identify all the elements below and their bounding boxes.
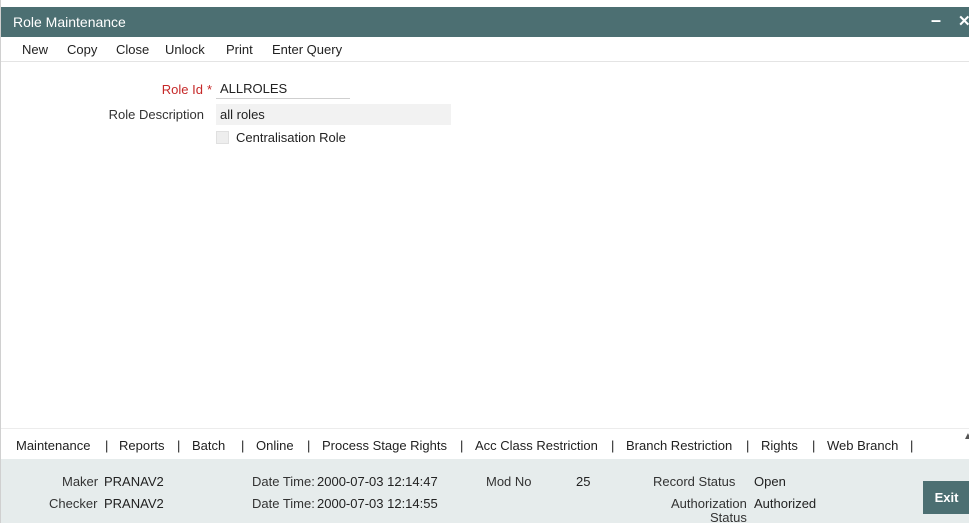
enter-query-button[interactable]: Enter Query [272,42,342,57]
required-marker: * [207,82,213,97]
role-id-label: Role Id [161,82,203,97]
scroll-up-arrow-icon[interactable]: ▲ [963,431,969,442]
bottom-nav: Maintenance | Reports | Batch | Online |… [1,428,969,458]
nav-process-stage-rights[interactable]: Process Stage Rights [322,438,447,453]
nav-maintenance[interactable]: Maintenance [16,438,90,453]
maker-datetime-label: Date Time: [252,474,315,489]
nav-separator: | [177,438,181,453]
role-id-field[interactable]: ALLROLES [216,78,350,99]
centralisation-role-label: Centralisation Role [236,130,346,145]
maker-label: Maker [62,474,99,489]
authorization-status-label: Authorization [671,496,747,511]
nav-separator: | [241,438,245,453]
print-button[interactable]: Print [226,42,253,57]
role-description-label: Role Description [108,107,204,122]
authorization-status-value: Authorized [754,496,817,511]
role-maintenance-window: Role Maintenance – ✕ New Copy Close Unlo… [0,0,969,523]
minimize-icon[interactable]: – [931,10,941,31]
centralisation-role-checkbox[interactable] [216,131,229,144]
nav-branch-restriction[interactable]: Branch Restriction [626,438,732,453]
copy-button[interactable]: Copy [67,42,97,57]
nav-separator: | [460,438,464,453]
record-status-value: Open [754,474,786,489]
nav-online[interactable]: Online [256,438,294,453]
unlock-button[interactable]: Unlock [165,42,205,57]
nav-separator: | [307,438,311,453]
close-button[interactable]: Close [116,42,149,57]
role-description-field[interactable]: all roles [216,104,451,125]
exit-button[interactable]: Exit [923,481,969,514]
nav-separator: | [746,438,750,453]
checker-label: Checker [49,496,98,511]
mod-no-label: Mod No [486,474,532,489]
checker-datetime-label: Date Time: [252,496,315,511]
nav-separator: | [105,438,109,453]
title-bar: Role Maintenance – ✕ [1,7,969,37]
nav-separator: | [910,438,914,453]
authorization-status-label-line2: Status [710,510,747,523]
checker-value: PRANAV2 [104,496,164,511]
nav-batch[interactable]: Batch [192,438,225,453]
toolbar: New Copy Close Unlock Print Enter Query [1,38,969,62]
new-button[interactable]: New [22,42,48,57]
nav-reports[interactable]: Reports [119,438,165,453]
window-title: Role Maintenance [13,14,126,30]
audit-footer: Maker PRANAV2 Checker PRANAV2 Date Time:… [1,459,969,523]
mod-no-value: 25 [576,474,591,489]
record-status-label: Record Status [653,474,736,489]
nav-web-branch[interactable]: Web Branch [827,438,898,453]
nav-acc-class-restriction[interactable]: Acc Class Restriction [475,438,598,453]
maker-value: PRANAV2 [104,474,164,489]
checker-datetime-value: 2000-07-03 12:14:55 [317,496,438,511]
nav-rights[interactable]: Rights [761,438,798,453]
maker-datetime-value: 2000-07-03 12:14:47 [317,474,438,489]
close-icon[interactable]: ✕ [958,12,969,30]
nav-separator: | [812,438,816,453]
nav-separator: | [611,438,615,453]
